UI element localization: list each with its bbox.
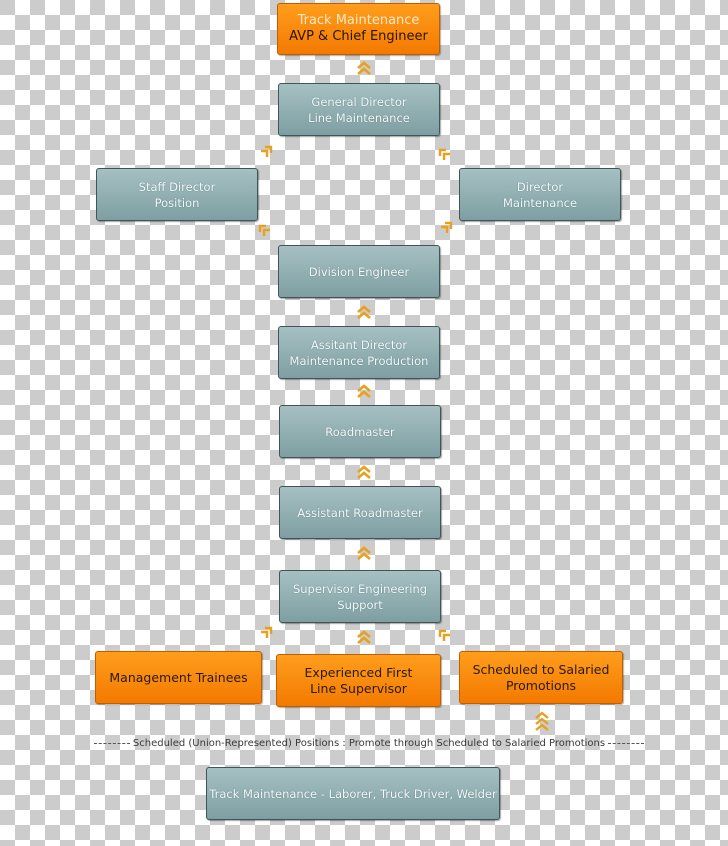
double-chevron-up-right-icon <box>258 145 276 162</box>
node-label-line1: Track Maintenance <box>297 13 420 28</box>
double-chevron-up-icon <box>355 383 373 399</box>
node-track-maintenance-laborer: Track Maintenance - Laborer, Truck Drive… <box>206 767 500 820</box>
node-avp-chief-engineer: Track Maintenance AVP & Chief Engineer <box>277 3 440 55</box>
double-chevron-up-icon <box>355 304 373 320</box>
node-label-line1: Experienced First <box>304 664 413 680</box>
node-division-engineer: Division Engineer <box>278 245 440 298</box>
scheduled-positions-divider: Scheduled (Union-Represented) Positions … <box>94 738 644 749</box>
node-label-line2: Maintenance Production <box>289 353 429 368</box>
node-label-line1: Assistant Roadmaster <box>297 505 423 520</box>
double-chevron-up-left-icon <box>438 627 456 643</box>
double-chevron-up-left-icon <box>258 222 276 238</box>
node-general-director: General Director Line Maintenance <box>278 83 440 136</box>
node-label-line1: Scheduled to Salaried <box>472 661 610 677</box>
node-label-line2: AVP & Chief Engineer <box>289 29 428 44</box>
divider-dash-left <box>94 743 130 744</box>
node-director-maintenance: Director Maintenance <box>459 168 621 221</box>
node-label-line1: Supervisor Engineering <box>292 581 428 596</box>
node-staff-director: Staff Director Position <box>96 168 258 221</box>
node-management-trainees: Management Trainees <box>95 651 262 704</box>
node-assistant-roadmaster: Assistant Roadmaster <box>279 486 441 539</box>
node-label-line1: Management Trainees <box>109 669 248 685</box>
node-label-line2: Line Maintenance <box>308 110 410 125</box>
node-label-line1: Staff Director <box>138 179 216 194</box>
node-label-line1: General Director <box>311 94 407 109</box>
double-chevron-up-left-icon <box>438 146 456 162</box>
double-chevron-up-right-icon <box>258 626 276 643</box>
double-chevron-up-icon <box>355 545 373 561</box>
node-label-line2: Position <box>154 195 200 210</box>
node-label-line2: Maintenance <box>502 195 578 210</box>
node-experienced-first-line-supervisor: Experienced First Line Supervisor <box>276 654 441 707</box>
double-chevron-up-icon <box>355 464 373 480</box>
double-chevron-up-icon <box>355 629 373 645</box>
divider-text: Scheduled (Union-Represented) Positions … <box>132 738 606 749</box>
node-label-line1: Assitant Director <box>310 337 408 352</box>
node-assistant-director: Assitant Director Maintenance Production <box>278 326 440 379</box>
node-label-line2: Promotions <box>505 677 577 693</box>
node-label-line1: Track Maintenance - Laborer, Truck Drive… <box>209 786 497 801</box>
double-chevron-up-right-icon <box>438 221 456 238</box>
node-label-line1: Roadmaster <box>325 424 395 439</box>
node-label-line1: Director <box>516 179 564 194</box>
divider-dash-right <box>608 743 644 744</box>
node-label-line1: Division Engineer <box>308 264 410 279</box>
node-roadmaster: Roadmaster <box>279 405 441 458</box>
node-label-line2: Support <box>337 597 383 612</box>
node-scheduled-to-salaried-promotions: Scheduled to Salaried Promotions <box>459 651 623 704</box>
double-chevron-up-icon <box>355 60 373 76</box>
node-label-line2: Line Supervisor <box>310 680 407 696</box>
node-supervisor-engineering-support: Supervisor Engineering Support <box>279 570 441 623</box>
triple-chevron-up-icon <box>533 711 551 733</box>
